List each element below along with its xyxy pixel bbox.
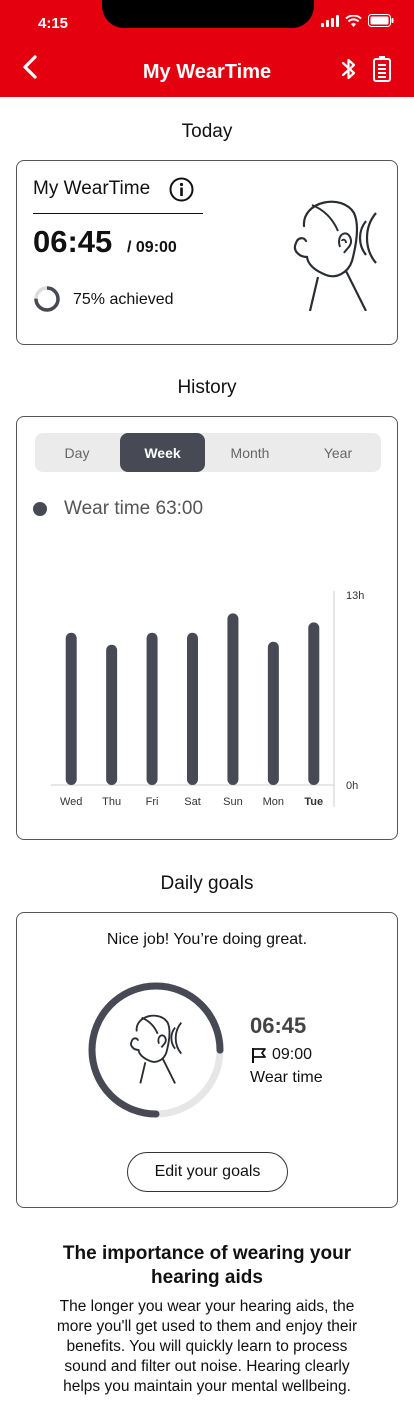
goals-target-value: 09:00: [272, 1046, 313, 1063]
x-tick-label: Fri: [146, 796, 159, 808]
bar-fri[interactable]: [146, 632, 158, 785]
status-battery-icon: [368, 14, 394, 27]
goals-wear-time-value: 06:45: [250, 1013, 307, 1038]
tab-day[interactable]: Day: [35, 433, 119, 472]
tab-week[interactable]: Week: [120, 433, 205, 472]
legend-label: Wear time 63:00: [64, 498, 204, 519]
status-time: 4:15: [38, 15, 69, 32]
y-tick-label: 13h: [346, 590, 364, 602]
importance-title: The importance of wearing your hearing a…: [62, 1243, 352, 1288]
period-segmented-control: Day Week Month Year: [35, 433, 381, 472]
history-section-title: History: [177, 377, 237, 398]
tab-month[interactable]: Month: [207, 433, 293, 472]
x-tick-label: Sun: [223, 796, 243, 808]
flag-icon: [252, 1048, 266, 1063]
wifi-icon: [345, 14, 362, 27]
bar-sat[interactable]: [187, 632, 198, 785]
x-tick-label: Thu: [102, 796, 121, 808]
x-tick-label: Tue: [304, 796, 323, 808]
bar-tue[interactable]: [308, 622, 320, 785]
status-icons: [321, 14, 394, 27]
bar-sun[interactable]: [227, 613, 239, 785]
today-card: My WearTime 06:45 / 09:00 75% achieved: [16, 160, 398, 345]
today-section-title: Today: [181, 121, 233, 142]
goals-wear-time-label: Wear time: [250, 1069, 323, 1086]
achieved-text: 75% achieved: [73, 291, 174, 308]
bar-thu[interactable]: [106, 644, 118, 785]
goal-progress-ring: [88, 982, 224, 1118]
goals-message: Nice job! You’re doing great.: [106, 931, 308, 948]
x-tick-label: Sat: [184, 796, 201, 808]
history-card: Day Week Month Year Wear time 63:00 Wed T…: [16, 416, 398, 840]
title-underline: [33, 213, 203, 214]
x-tick-label: Wed: [60, 796, 82, 808]
tab-year[interactable]: Year: [295, 433, 381, 472]
app-header: 4:15 My WearTime: [0, 0, 414, 97]
legend-dot: [33, 502, 47, 516]
listening-head-icon: [130, 1014, 183, 1084]
progress-ring-icon: [34, 286, 60, 312]
importance-body: The longer you wear your hearing aids, t…: [56, 1298, 358, 1395]
x-tick-label: Mon: [263, 796, 284, 808]
signal-icon: [321, 14, 339, 27]
wear-time-goal: / 09:00: [127, 239, 177, 256]
y-tick-label: 0h: [346, 780, 358, 792]
weekly-bar-chart: Wed Thu Fri Sat Sun Mon Tue 13h 0h: [51, 590, 364, 808]
goals-card: Nice job! You’re doing great. 06:45 09:0…: [16, 912, 398, 1208]
wear-time-value: 06:45: [33, 224, 113, 259]
device-notch: [102, 0, 314, 28]
bluetooth-icon[interactable]: [340, 56, 358, 82]
listening-head-illustration: [293, 200, 377, 311]
bar-wed[interactable]: [65, 632, 77, 785]
bar-mon[interactable]: [267, 641, 279, 785]
info-icon[interactable]: [169, 177, 194, 202]
goals-section-title: Daily goals: [160, 873, 254, 894]
edit-goals-button[interactable]: Edit your goals: [127, 1152, 288, 1192]
battery-icon[interactable]: [372, 55, 392, 83]
weartime-card-title: My WearTime: [33, 178, 151, 199]
